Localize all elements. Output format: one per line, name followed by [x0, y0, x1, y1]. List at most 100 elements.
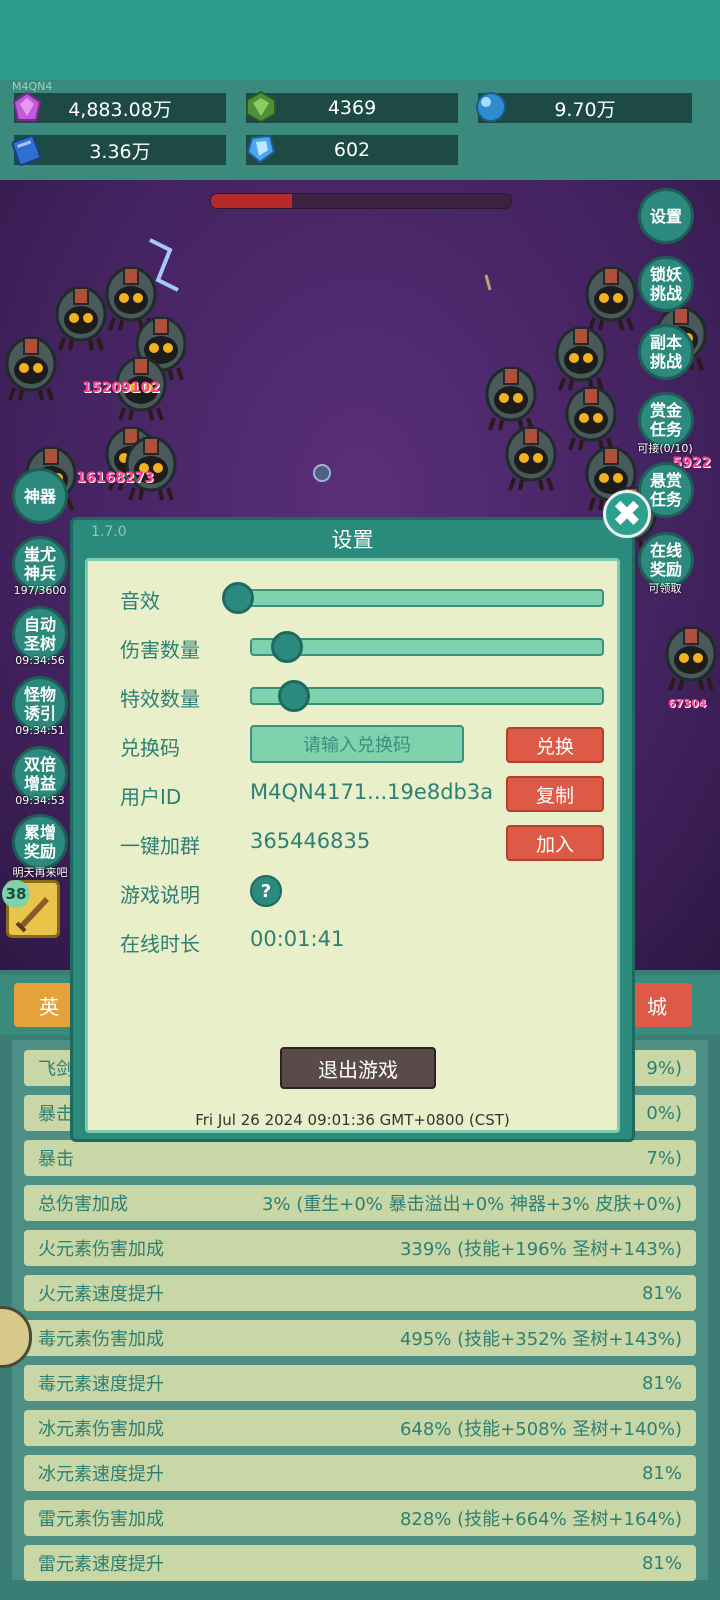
copy-button[interactable]: 复制: [506, 776, 604, 812]
gems-counter: 4,883.08万: [14, 93, 226, 123]
monster-lure-timer: 09:34:51: [15, 724, 65, 737]
damage-number: 67304: [668, 697, 707, 710]
stat-name: 火元素伤害加成: [38, 1239, 164, 1260]
online-time-value: 00:01:41: [250, 927, 345, 951]
effect-count-slider-handle[interactable]: [278, 680, 310, 712]
bounty-label: 赏金 任务: [649, 401, 682, 439]
stat-row: 火元素伤害加成 339% (技能+196% 圣树+143%): [24, 1230, 696, 1266]
settings-dialog: 1.7.0 设置 音效 伤害数量 特效数量 兑换码 请输入兑换码 兑换 用户ID…: [70, 517, 635, 1142]
stat-name: 火元素速度提升: [38, 1284, 164, 1305]
purple-gem-icon: [12, 91, 42, 121]
stat-row: 雷元素速度提升 81%: [24, 1545, 696, 1581]
damage-number: 16168273: [76, 470, 154, 486]
close-icon[interactable]: ✖: [603, 490, 651, 538]
lock-demon-challenge-button[interactable]: 锁妖 挑战: [638, 256, 694, 312]
redeem-code-input[interactable]: 请输入兑换码: [250, 725, 464, 763]
effect-count-label: 特效数量: [120, 687, 200, 711]
stat-value: 81%: [641, 1552, 682, 1574]
green-crystal-icon: [246, 90, 276, 124]
stat-row: 暴击 7%): [24, 1140, 696, 1176]
blue-orb-icon: [476, 92, 506, 122]
bounty-task-status: 可接(0/10): [637, 442, 693, 455]
orb-value: 9.70万: [554, 98, 616, 121]
dungeon-challenge-button[interactable]: 副本 挑战: [638, 324, 694, 380]
cumulative-reward-label: 累增 奖励: [23, 823, 56, 861]
chiyou-progress: 197/3600: [13, 584, 67, 597]
blue-book-icon: [11, 134, 42, 166]
settings-label: 设置: [649, 206, 682, 226]
dungeon-label: 副本 挑战: [649, 333, 682, 371]
book-counter: 3.36万: [14, 135, 226, 165]
online-reward-status: 可领取: [648, 582, 682, 595]
gems-value: 4,883.08万: [68, 98, 172, 121]
boss-hp-bar: [210, 193, 512, 209]
dialog-body: 音效 伤害数量 特效数量 兑换码 请输入兑换码 兑换 用户ID M4QN4171…: [85, 558, 620, 1133]
damage-count-label: 伤害数量: [120, 638, 200, 662]
stat-row: 冰元素伤害加成 648% (技能+508% 圣树+140%): [24, 1410, 696, 1446]
monster-lure-label: 怪物 诱引: [23, 685, 56, 723]
stat-name: 冰元素伤害加成: [38, 1419, 164, 1440]
stat-value: 9%): [646, 1057, 682, 1079]
stat-value: 3% (重生+0% 暴击溢出+0% 神器+3% 皮肤+0%): [261, 1194, 682, 1215]
stat-value: 339% (技能+196% 圣树+143%): [399, 1239, 682, 1260]
stat-value: 81%: [641, 1282, 682, 1304]
crystal-value: 602: [333, 139, 371, 161]
stat-name: 雷元素速度提升: [38, 1554, 164, 1575]
auto-tree-label: 自动 圣树: [23, 615, 56, 653]
damage-count-slider[interactable]: [250, 638, 604, 656]
double-buff-label: 双倍 增益: [23, 755, 56, 793]
join-group-label: 一键加群: [120, 834, 200, 858]
sound-slider-handle[interactable]: [222, 582, 254, 614]
damage-count-slider-handle[interactable]: [271, 631, 303, 663]
stat-value: 495% (技能+352% 圣树+143%): [399, 1329, 682, 1350]
orb-counter: 9.70万: [478, 93, 692, 123]
redeem-placeholder: 请输入兑换码: [303, 735, 411, 756]
stat-value: 648% (技能+508% 圣树+140%): [399, 1419, 682, 1440]
stat-name: 毒元素伤害加成: [38, 1329, 164, 1350]
resource-panel: M4QN4 4,883.08万 4369 9.70万 3.36万 602: [0, 80, 720, 180]
stat-value: 828% (技能+664% 圣树+164%): [399, 1509, 682, 1530]
green-value: 4369: [327, 97, 377, 119]
blue-crystal-icon: [246, 134, 276, 164]
chiyou-label: 蚩尤 神兵: [23, 545, 56, 583]
auto-tree-timer: 09:34:56: [15, 654, 65, 667]
stat-name: 暴击: [38, 1149, 74, 1170]
stat-name: 飞剑: [38, 1059, 74, 1080]
user-id-label: 用户ID: [120, 785, 182, 809]
double-buff-timer: 09:34:53: [15, 794, 65, 807]
stat-row: 毒元素速度提升 81%: [24, 1365, 696, 1401]
status-bar-area: [0, 0, 720, 80]
help-icon[interactable]: ?: [250, 875, 282, 907]
stat-row: 总伤害加成 3% (重生+0% 暴击溢出+0% 神器+3% 皮肤+0%): [24, 1185, 696, 1221]
stat-name: 冰元素速度提升: [38, 1464, 164, 1485]
timestamp: Fri Jul 26 2024 09:01:36 GMT+0800 (CST): [195, 1111, 510, 1129]
stat-row: 冰元素速度提升 81%: [24, 1455, 696, 1491]
level-badge: 38: [2, 880, 30, 908]
artifact-button[interactable]: 神器: [12, 468, 68, 524]
join-button[interactable]: 加入: [506, 825, 604, 861]
stat-row: 毒元素伤害加成 495% (技能+352% 圣树+143%): [24, 1320, 696, 1356]
redeem-label: 兑换码: [120, 736, 180, 760]
lock-demon-label: 锁妖 挑战: [649, 265, 682, 303]
stat-row: 雷元素伤害加成 828% (技能+664% 圣树+164%): [24, 1500, 696, 1536]
cumulative-reward-status: 明天再来吧: [12, 866, 68, 879]
group-id-value: 365446835: [250, 829, 371, 853]
sound-slider[interactable]: [236, 589, 604, 607]
dialog-title: 设置: [331, 528, 374, 552]
stat-value: 81%: [641, 1372, 682, 1394]
help-label: 游戏说明: [120, 883, 200, 907]
stat-value: 0%): [646, 1102, 682, 1124]
stat-name: 雷元素伤害加成: [38, 1509, 164, 1530]
user-id-value: M4QN4171...19e8db3a: [250, 780, 494, 804]
settings-button[interactable]: 设置: [638, 188, 694, 244]
quit-game-button[interactable]: 退出游戏: [280, 1047, 436, 1089]
damage-number: 15209102: [82, 380, 160, 396]
reward-task-label: 悬赏 任务: [649, 471, 682, 509]
artifact-label: 神器: [23, 486, 56, 506]
stat-name: 毒元素速度提升: [38, 1374, 164, 1395]
redeem-button[interactable]: 兑换: [506, 727, 604, 763]
book-value: 3.36万: [89, 140, 151, 163]
stat-row: 火元素速度提升 81%: [24, 1275, 696, 1311]
online-reward-label: 在线 奖励: [649, 541, 682, 579]
cumulative-reward-button[interactable]: 累增 奖励: [12, 814, 68, 870]
